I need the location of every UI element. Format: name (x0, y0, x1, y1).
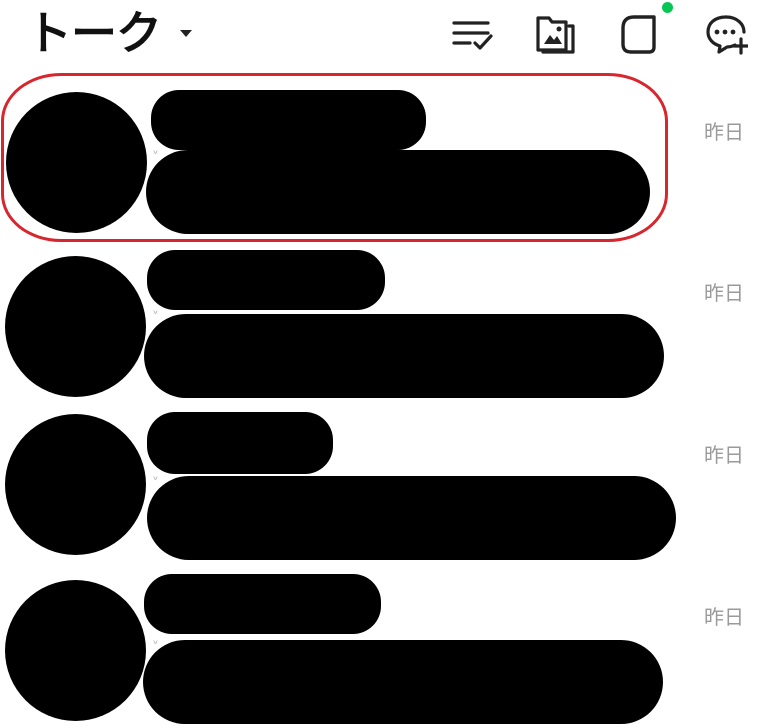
chat-time: 昨日 (704, 281, 744, 305)
media-folder-icon[interactable] (533, 12, 577, 56)
top-bar: トーク (0, 0, 773, 70)
chat-name (147, 250, 385, 310)
square-rounded-icon[interactable] (618, 12, 662, 56)
chat-name (151, 90, 426, 150)
notification-dot (662, 2, 673, 13)
chat-time: 昨日 (704, 120, 744, 144)
chat-time: 昨日 (704, 443, 744, 467)
chat-list-item[interactable]: ˅ 昨日 (0, 568, 773, 728)
avatar[interactable] (6, 92, 147, 233)
chat-last-message (144, 314, 664, 398)
chevron-down-icon[interactable] (180, 30, 192, 37)
avatar[interactable] (5, 580, 146, 721)
chat-time: 昨日 (704, 605, 744, 629)
chat-list-item[interactable]: ˅ 昨日 (0, 244, 773, 404)
chat-last-message (147, 476, 676, 560)
chat-list-item[interactable]: ˅ 昨日 (0, 82, 773, 242)
chat-list-item[interactable]: ˅ 昨日 (0, 406, 773, 566)
page-title[interactable]: トーク (26, 4, 162, 62)
new-chat-icon[interactable] (704, 12, 748, 56)
avatar[interactable] (5, 256, 146, 397)
chat-name (144, 574, 381, 634)
avatar[interactable] (5, 414, 146, 555)
chat-name (147, 412, 333, 474)
sort-list-icon[interactable] (451, 12, 495, 56)
chat-last-message (146, 150, 650, 234)
chat-last-message (143, 640, 663, 724)
